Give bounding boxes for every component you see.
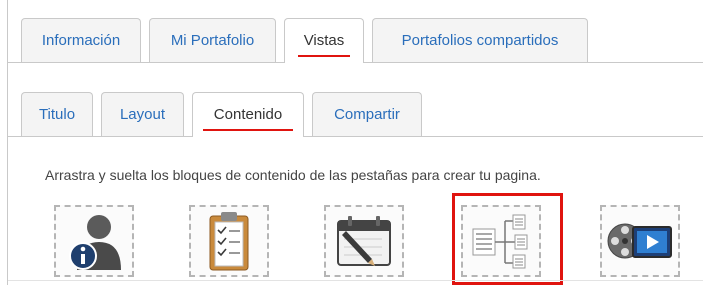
block-profile-info[interactable]: [54, 205, 134, 277]
tab-contenido[interactable]: Contenido: [192, 92, 304, 137]
tab-label: Layout: [119, 106, 166, 123]
tab-informacion[interactable]: Información: [21, 18, 141, 62]
tab-titulo[interactable]: Titulo: [21, 92, 93, 136]
block-video[interactable]: [600, 205, 680, 277]
tab-label: Información: [41, 32, 121, 49]
tab-label: Compartir: [334, 106, 400, 123]
profile-info-icon: [69, 215, 121, 270]
tab-compartir[interactable]: Compartir: [312, 92, 422, 136]
tab-label: Mi Portafolio: [170, 32, 255, 49]
tab-label: Titulo: [38, 106, 76, 123]
tab-vistas[interactable]: Vistas: [284, 18, 364, 63]
tab-label: Vistas: [303, 32, 345, 49]
active-tab-underline: [298, 55, 350, 57]
calendar-pencil-icon: [337, 216, 391, 266]
block-tree-documents[interactable]: [461, 205, 541, 277]
tab-portafolios-compartidos[interactable]: Portafolios compartidos: [372, 18, 588, 62]
content-bottom-divider: [8, 280, 703, 281]
tab-layout[interactable]: Layout: [101, 92, 184, 136]
instructions-text: Arrastra y suelta los bloques de conteni…: [45, 167, 541, 183]
active-tab-underline: [203, 129, 293, 131]
tab-mi-portafolio[interactable]: Mi Portafolio: [149, 18, 276, 62]
block-checklist[interactable]: [189, 205, 269, 277]
tree-documents-icon: [472, 214, 528, 269]
sub-tabbar-divider: [8, 136, 703, 137]
clipboard-checklist-icon: [209, 212, 249, 271]
film-reel-video-icon: [607, 223, 672, 259]
tab-label: Portafolios compartidos: [401, 32, 559, 49]
block-calendar[interactable]: [324, 205, 404, 277]
tab-label: Contenido: [213, 106, 283, 123]
